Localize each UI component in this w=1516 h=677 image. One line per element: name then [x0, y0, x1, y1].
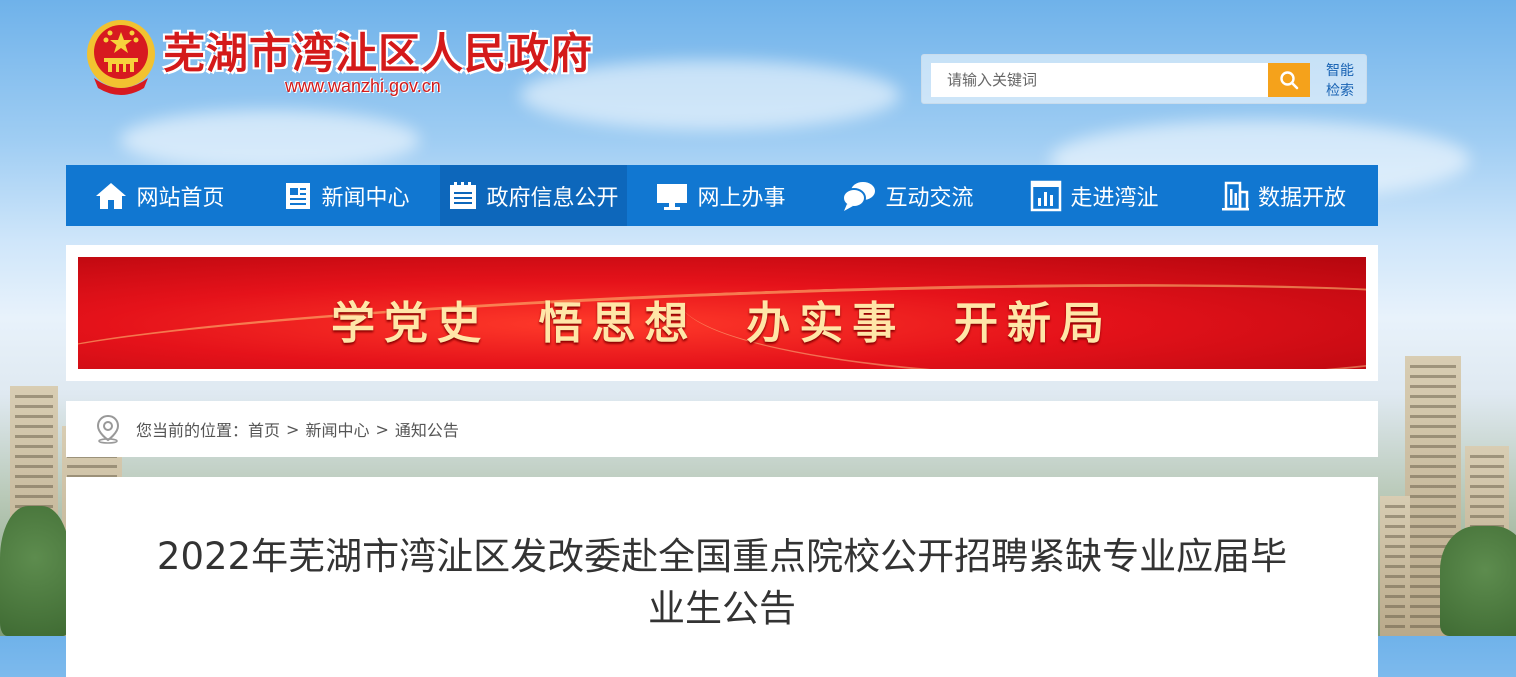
breadcrumb-home[interactable]: 首页	[248, 417, 280, 441]
nav-label: 互动交流	[885, 185, 974, 211]
chat-bubbles-icon	[842, 181, 876, 211]
breadcrumb-prefix: 您当前的位置：	[136, 421, 249, 440]
nav-item-open-data[interactable]: 数据开放	[1188, 165, 1378, 226]
nav-label: 网站首页	[136, 185, 225, 211]
nav-label: 网上办事	[697, 185, 786, 211]
nav-item-interaction[interactable]: 互动交流	[814, 165, 1001, 226]
banner-frame: 学党史 悟思想 办实事 开新局	[66, 245, 1378, 381]
nav-item-news[interactable]: 新闻中心	[253, 165, 440, 226]
nav-label: 新闻中心	[321, 185, 410, 211]
party-history-banner[interactable]: 学党史 悟思想 办实事 开新局	[78, 257, 1366, 369]
breadcrumb-separator: >	[375, 419, 389, 439]
site-url[interactable]: www.wanzhi.gov.cn	[285, 76, 441, 97]
search-bar: 智能检索	[921, 54, 1367, 104]
national-emblem-logo[interactable]	[84, 18, 158, 96]
site-title[interactable]: 芜湖市湾沚区人民政府	[163, 20, 593, 81]
nav-item-gov-info[interactable]: 政府信息公开	[440, 165, 627, 226]
news-icon	[286, 182, 311, 209]
banner-slogan: 学党史 悟思想 办实事 开新局	[331, 298, 1113, 349]
nav-label: 走进湾沚	[1070, 185, 1159, 211]
nav-item-about-wanzhi[interactable]: 走进湾沚	[1001, 165, 1188, 226]
monitor-icon	[657, 183, 688, 210]
nav-label: 政府信息公开	[486, 185, 619, 211]
search-input[interactable]	[931, 63, 1268, 97]
nav-item-online-services[interactable]: 网上办事	[627, 165, 814, 226]
smart-search-link[interactable]: 智能检索	[1320, 61, 1360, 101]
breadcrumb-news-center[interactable]: 新闻中心	[305, 417, 369, 441]
main-nav: 网站首页 新闻中心 政府信息公开 网上办事 互动交流 走进湾沚 数据开放	[66, 165, 1378, 226]
breadcrumb-notices[interactable]: 通知公告	[395, 417, 459, 441]
breadcrumb: 您当前的位置： 首页 > 新闻中心 > 通知公告	[66, 401, 1378, 457]
article-container: 2022年芜湖市湾沚区发改委赴全国重点院校公开招聘紧缺专业应届毕业生公告	[66, 477, 1378, 677]
article-title: 2022年芜湖市湾沚区发改委赴全国重点院校公开招聘紧缺专业应届毕业生公告	[156, 535, 1288, 630]
buildings-chart-icon	[1221, 181, 1249, 210]
location-pin-icon	[96, 414, 120, 444]
breadcrumb-separator: >	[286, 419, 300, 439]
nav-label: 数据开放	[1257, 185, 1346, 211]
bar-chart-icon	[1031, 180, 1062, 211]
search-icon	[1280, 71, 1299, 90]
home-icon	[96, 182, 127, 209]
nav-item-home[interactable]: 网站首页	[66, 165, 253, 226]
search-button[interactable]	[1268, 63, 1310, 97]
calendar-list-icon	[450, 181, 477, 209]
